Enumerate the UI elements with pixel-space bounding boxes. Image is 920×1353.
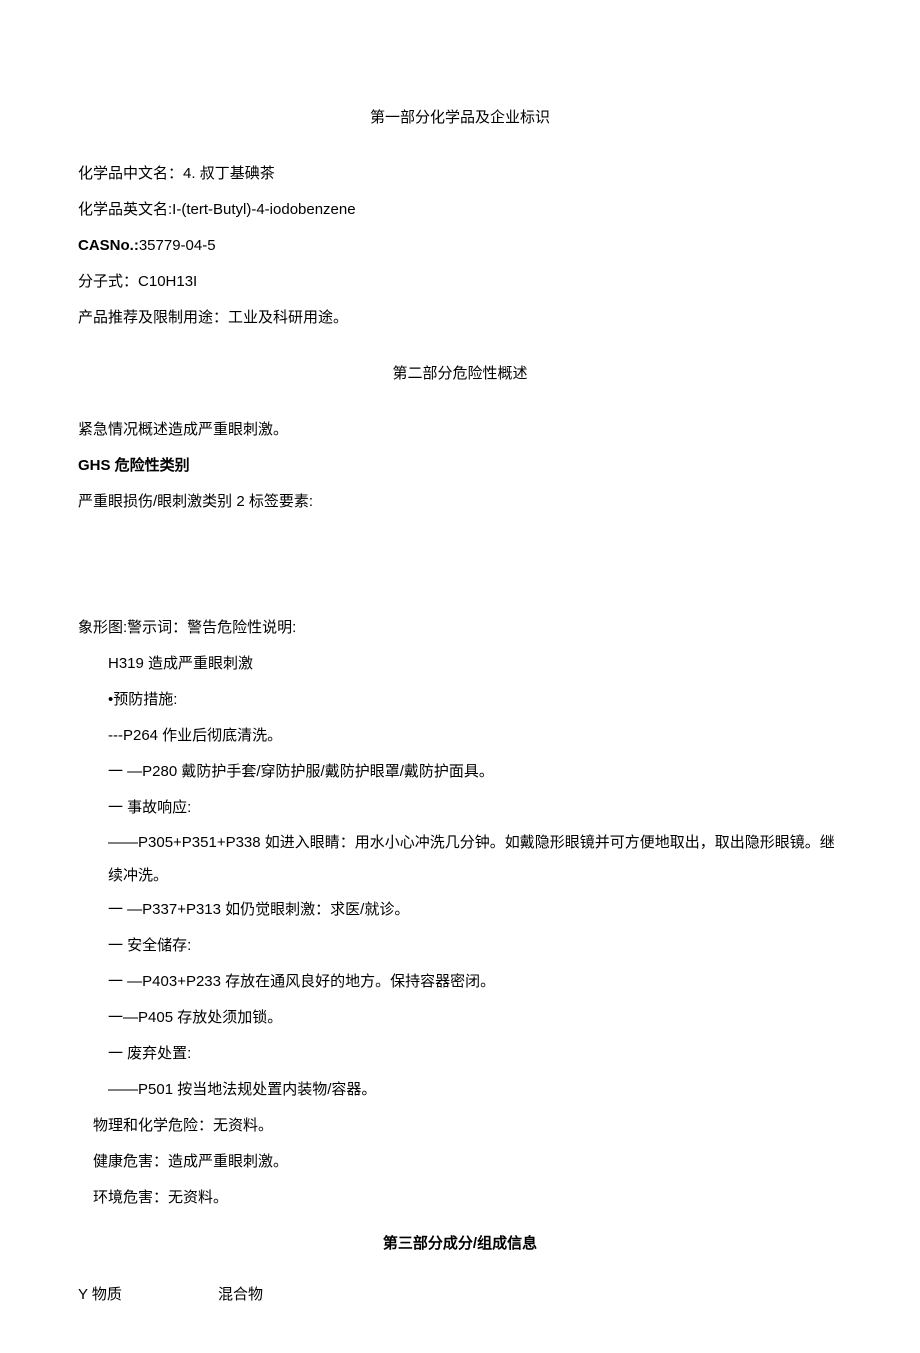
mixture-label: 混合物: [218, 1277, 263, 1313]
section3-title: 第三部分成分/组成信息: [78, 1226, 842, 1262]
name-en-value: I-(tert-Butyl)-4-iodobenzene: [172, 201, 355, 218]
emergency-line: 紧急情况概述造成严重眼刺激。: [78, 412, 842, 448]
use-value: 工业及科研用途。: [228, 309, 348, 326]
substance-label: Y 物质: [78, 1277, 218, 1313]
name-cn-line: 化学品中文名：4. 叔丁基碘茶: [78, 156, 842, 192]
formula-label: 分子式：: [78, 273, 138, 290]
phys-chem-line: 物理和化学危险：无资料。: [78, 1108, 842, 1144]
env-line: 环境危害：无资料。: [78, 1180, 842, 1216]
name-cn-value: 4. 叔丁基碘茶: [183, 165, 275, 182]
ghs-title: GHS 危险性类别: [78, 448, 842, 484]
use-line: 产品推荐及限制用途：工业及科研用途。: [78, 300, 842, 336]
p305-line: ——P305+P351+P338 如进入眼睛：用水小心冲洗几分钟。如戴隐形眼镜并…: [78, 826, 842, 892]
p264-line: ---P264 作业后彻底清洗。: [78, 718, 842, 754]
p405-line: 一—P405 存放处须加锁。: [78, 1000, 842, 1036]
h319-line: H319 造成严重眼刺激: [78, 646, 842, 682]
name-en-line: 化学品英文名:I-(tert-Butyl)-4-iodobenzene: [78, 192, 842, 228]
p501-line: ——P501 按当地法规处置内装物/容器。: [78, 1072, 842, 1108]
ghs-line: 严重眼损伤/眼刺激类别 2 标签要素:: [78, 484, 842, 520]
section1-title: 第一部分化学品及企业标识: [78, 100, 842, 136]
section2-title: 第二部分危险性概述: [78, 356, 842, 392]
formula-line: 分子式：C10H13I: [78, 264, 842, 300]
formula-value: C10H13I: [138, 273, 197, 290]
accident-title: 一 事故响应:: [78, 790, 842, 826]
name-cn-label: 化学品中文名：: [78, 165, 183, 182]
storage-title: 一 安全储存:: [78, 928, 842, 964]
use-label: 产品推荐及限制用途：: [78, 309, 228, 326]
health-line: 健康危害：造成严重眼刺激。: [78, 1144, 842, 1180]
pictogram-line: 象形图:警示词：警告危险性说明:: [78, 610, 842, 646]
p403-line: 一 —P403+P233 存放在通风良好的地方。保持容器密闭。: [78, 964, 842, 1000]
p337-line: 一 —P337+P313 如仍觉眼刺激：求医/就诊。: [78, 892, 842, 928]
p280-line: 一 —P280 戴防护手套/穿防护服/戴防护眼罩/戴防护面具。: [78, 754, 842, 790]
document-page: 第一部分化学品及企业标识 化学品中文名：4. 叔丁基碘茶 化学品英文名:I-(t…: [0, 0, 920, 1353]
prevention-title: •预防措施:: [78, 682, 842, 718]
substance-row: Y 物质 混合物: [78, 1277, 842, 1313]
name-en-label: 化学品英文名:: [78, 201, 172, 218]
cas-label: CASNo.:: [78, 237, 139, 254]
cas-line: CASNo.:35779-04-5: [78, 228, 842, 264]
cas-value: 35779-04-5: [139, 237, 216, 254]
disposal-title: 一 废弃处置:: [78, 1036, 842, 1072]
